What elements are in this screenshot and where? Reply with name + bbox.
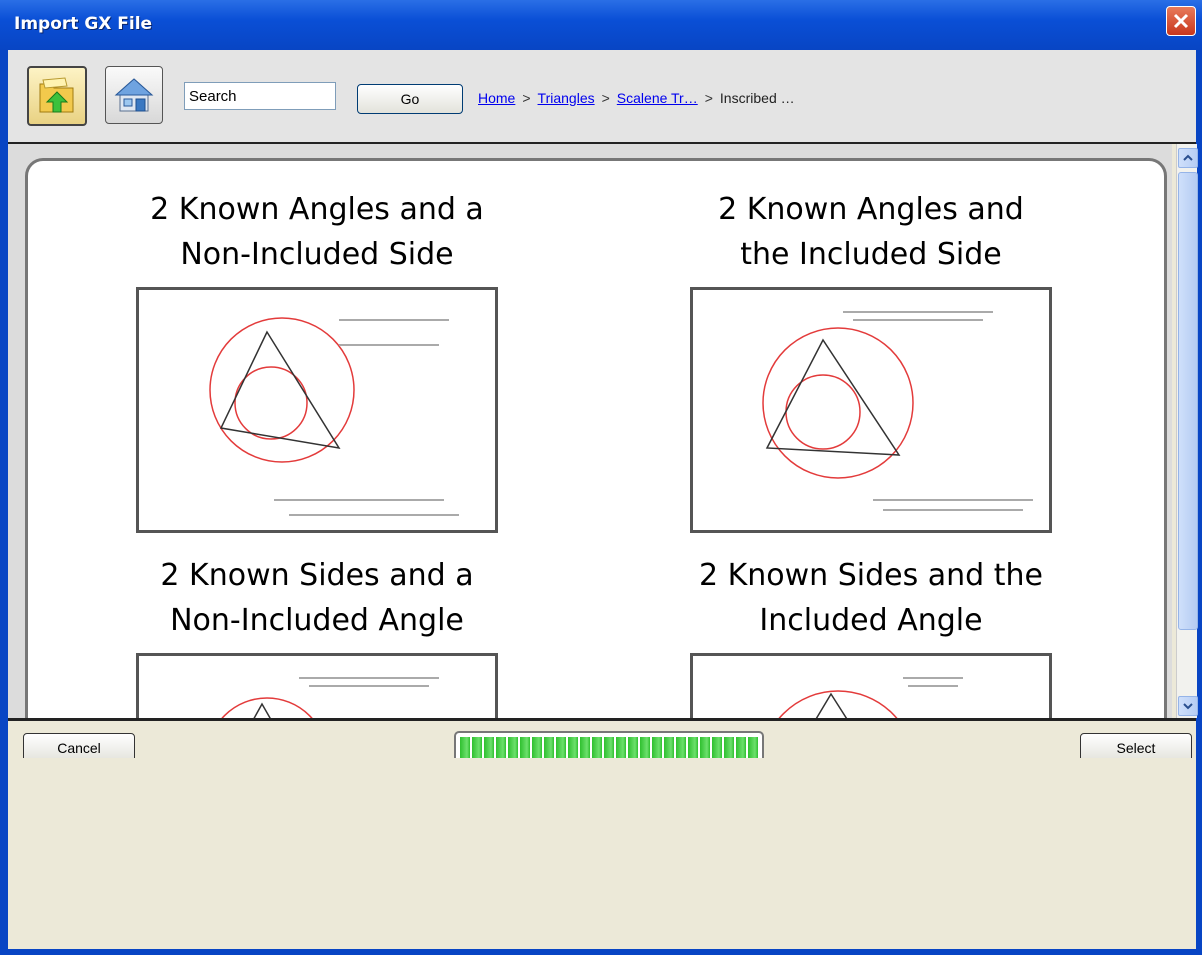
footer-bar: Cancel Select xyxy=(8,718,1196,767)
content-area: 2 Known Angles and a Non-Included Side 2 … xyxy=(8,144,1172,718)
breadcrumb-scalene[interactable]: Scalene Tr… xyxy=(617,90,698,106)
gallery-card[interactable]: 2 Known Angles and the Included Side xyxy=(690,187,1052,533)
title-bar: Import GX File xyxy=(0,0,1202,51)
vertical-scrollbar[interactable] xyxy=(1176,144,1198,718)
card-title-line: the Included Side xyxy=(740,237,1002,272)
window-title: Import GX File xyxy=(14,14,153,34)
gallery-card[interactable]: 2 Known Sides and the Included Angle xyxy=(690,553,1052,718)
triangle-diagram-icon xyxy=(209,317,459,516)
breadcrumb-current: Inscribed … xyxy=(719,90,795,106)
card-title-line: Non-Included Side xyxy=(180,237,454,272)
card-title: 2 Known Angles and the Included Side xyxy=(690,187,1052,277)
card-title-line: 2 Known Angles and a xyxy=(150,192,484,227)
card-title-line: 2 Known Sides and a xyxy=(160,558,474,593)
chevron-down-icon xyxy=(1183,703,1193,710)
go-button[interactable]: Go xyxy=(357,84,463,114)
triangle-diagram-icon xyxy=(221,677,439,718)
triangle-diagram-icon xyxy=(762,311,1033,511)
search-input[interactable]: Search xyxy=(184,82,336,110)
folder-up-icon xyxy=(39,77,74,113)
card-title: 2 Known Angles and a Non-Included Side xyxy=(136,187,498,277)
gallery-panel: 2 Known Angles and a Non-Included Side 2 … xyxy=(25,158,1167,718)
gallery-card[interactable]: 2 Known Angles and a Non-Included Side xyxy=(136,187,498,533)
card-title: 2 Known Sides and the Included Angle xyxy=(690,553,1052,643)
breadcrumb-triangles[interactable]: Triangles xyxy=(538,90,595,106)
card-thumbnail[interactable] xyxy=(690,653,1052,718)
window-frame-left xyxy=(0,50,8,955)
breadcrumb-separator: > xyxy=(522,90,531,106)
breadcrumb-separator: > xyxy=(601,90,610,106)
scroll-thumb[interactable] xyxy=(1178,172,1198,630)
breadcrumb-home[interactable]: Home xyxy=(478,90,515,106)
toolbar: Search Go Home > Triangles > Scalene Tr… > Ins… xyxy=(8,50,1196,144)
window-bottom-area xyxy=(8,758,1196,949)
card-thumbnail[interactable] xyxy=(136,653,498,718)
window-frame-bottom xyxy=(0,949,1202,955)
scroll-down-button[interactable] xyxy=(1178,696,1198,716)
gallery-card[interactable]: 2 Known Sides and a Non-Included Angle xyxy=(136,553,498,718)
breadcrumb-separator: > xyxy=(704,90,713,106)
card-title: 2 Known Sides and a Non-Included Angle xyxy=(136,553,498,643)
card-thumbnail[interactable] xyxy=(136,287,498,533)
card-title-line: 2 Known Angles and xyxy=(718,192,1024,227)
card-thumbnail[interactable] xyxy=(690,287,1052,533)
close-icon xyxy=(1173,13,1189,29)
close-button[interactable] xyxy=(1166,6,1196,36)
card-title-line: Non-Included Angle xyxy=(170,603,464,638)
card-title-line: Included Angle xyxy=(759,603,983,638)
triangle-diagram-icon xyxy=(778,677,963,718)
chevron-up-icon xyxy=(1183,154,1193,161)
home-icon xyxy=(114,78,154,112)
breadcrumb: Home > Triangles > Scalene Tr… > Inscribed … xyxy=(478,90,795,106)
home-button[interactable] xyxy=(105,66,163,124)
progress-fill xyxy=(460,737,758,759)
up-folder-button[interactable] xyxy=(27,66,87,126)
scroll-up-button[interactable] xyxy=(1178,148,1198,168)
card-title-line: 2 Known Sides and the xyxy=(698,558,1043,593)
